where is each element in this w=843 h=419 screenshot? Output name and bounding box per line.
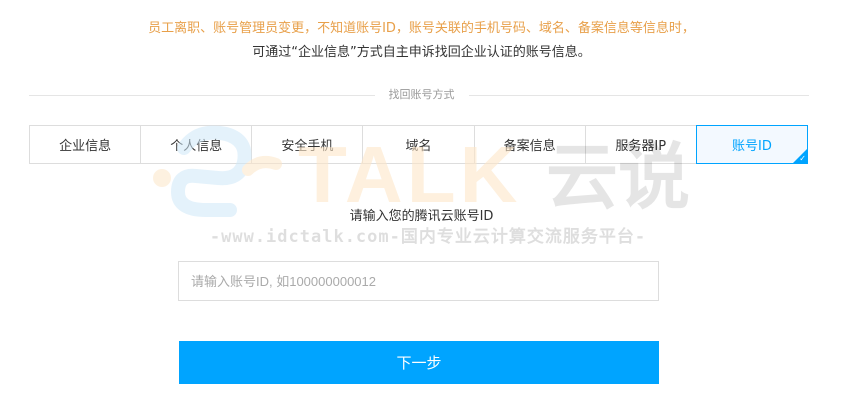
tab-server-ip[interactable]: 服务器IP [586, 126, 697, 163]
recovery-method-tabs: 企业信息 个人信息 安全手机 域名 备案信息 服务器IP 账号ID ✓ [29, 125, 808, 164]
account-id-prompt: 请输入您的腾讯云账号ID [349, 209, 494, 224]
recovery-method-label: 找回账号方式 [374, 88, 469, 101]
tab-personal-info[interactable]: 个人信息 [141, 126, 253, 163]
notice-line-2: 可通过“企业信息”方式自主申诉找回企业认证的账号信息。 [252, 45, 591, 60]
recovery-method-heading: 找回账号方式 [0, 87, 843, 103]
tab-label: 备案信息 [503, 139, 556, 154]
tab-label: 账号ID [731, 139, 772, 154]
checkmark-icon: ✓ [799, 154, 806, 163]
account-id-input[interactable] [178, 261, 659, 301]
notice-line-1: 员工离职、账号管理员变更，不知道账号ID，账号关联的手机号码、域名、备案信息等信… [148, 21, 695, 36]
tab-label: 域名 [405, 139, 432, 154]
tab-account-id[interactable]: 账号ID ✓ [695, 125, 808, 164]
tab-label: 企业信息 [59, 139, 112, 154]
watermark-dot-icon [153, 169, 171, 187]
tab-label: 服务器IP [615, 139, 667, 154]
tab-label: 个人信息 [170, 139, 223, 154]
watermark-url: -www.idctalk.com-国内专业云计算交流服务平台- [209, 227, 647, 247]
tab-company-info[interactable]: 企业信息 [30, 126, 142, 163]
tab-filing-info[interactable]: 备案信息 [475, 126, 586, 163]
tab-domain[interactable]: 域名 [363, 126, 475, 163]
tab-security-phone[interactable]: 安全手机 [252, 126, 364, 163]
next-step-button[interactable]: 下一步 [179, 341, 659, 384]
tab-label: 安全手机 [281, 139, 334, 154]
